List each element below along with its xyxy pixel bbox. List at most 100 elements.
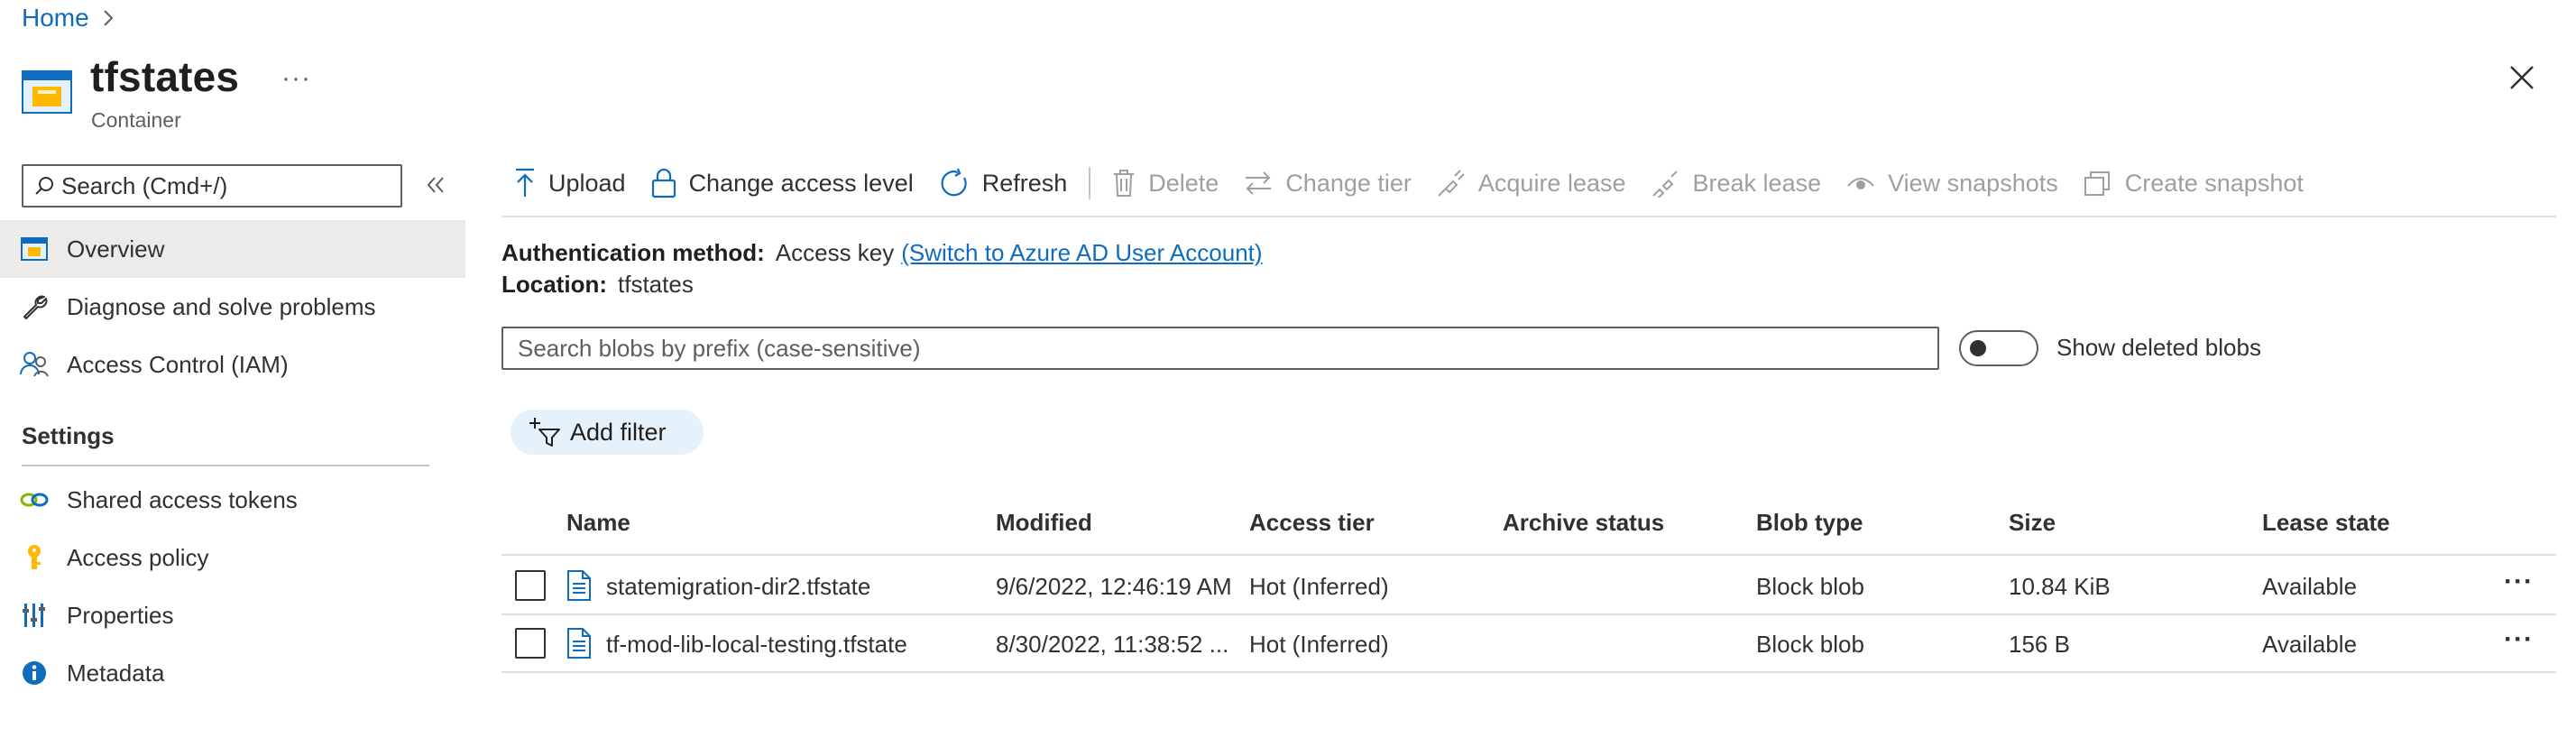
upload-label: Upload: [548, 169, 626, 197]
sidebar-item-diagnose[interactable]: Diagnose and solve problems: [0, 278, 465, 336]
sidebar-search-input[interactable]: Search (Cmd+/): [22, 164, 402, 208]
info-icon: [20, 659, 49, 687]
plug-icon: [1437, 169, 1466, 198]
page-title: tfstates: [90, 53, 240, 100]
cell-size: 10.84 KiB: [2009, 573, 2111, 600]
blob-name-link[interactable]: statemigration-dir2.tfstate: [606, 573, 870, 601]
blob-search-input[interactable]: Search blobs by prefix (case-sensitive): [501, 327, 1939, 370]
sidebar-item-label: Diagnose and solve problems: [67, 292, 376, 320]
refresh-button[interactable]: Refresh: [926, 159, 1081, 208]
cell-lease-state: Available: [2262, 573, 2358, 600]
change-tier-button[interactable]: Change tier: [1231, 159, 1424, 208]
more-options-button[interactable]: ···: [281, 63, 311, 94]
toolbar-divider-line: [501, 216, 2556, 217]
view-snapshots-button[interactable]: View snapshots: [1834, 159, 2071, 208]
add-filter-button[interactable]: Add filter: [511, 410, 704, 455]
refresh-label: Refresh: [981, 169, 1068, 197]
column-header-access-tier[interactable]: Access tier: [1249, 509, 1375, 537]
change-access-level-label: Change access level: [688, 169, 914, 197]
sidebar-item-label: Metadata: [67, 659, 165, 687]
column-header-blob-type[interactable]: Blob type: [1756, 509, 1863, 537]
show-deleted-blobs-label: Show deleted blobs: [2056, 334, 2261, 361]
breadcrumb-chevron-icon: [102, 8, 115, 28]
table-row[interactable]: statemigration-dir2.tfstate 9/6/2022, 12…: [501, 558, 2556, 615]
search-icon: [34, 176, 54, 196]
properties-icon: [20, 601, 49, 630]
sidebar-item-label: Properties: [67, 601, 174, 629]
settings-section-heading: Settings: [22, 422, 115, 449]
settings-divider: [22, 465, 429, 466]
row-checkbox[interactable]: [515, 570, 546, 601]
show-deleted-blobs-toggle[interactable]: [1959, 330, 2038, 366]
delete-label: Delete: [1148, 169, 1219, 197]
add-filter-icon: [529, 417, 561, 447]
column-header-lease-state[interactable]: Lease state: [2262, 509, 2390, 537]
row-more-options-button[interactable]: ···: [2504, 624, 2534, 655]
sidebar-search-placeholder: Search (Cmd+/): [61, 171, 228, 199]
acquire-lease-label: Acquire lease: [1477, 169, 1626, 197]
close-icon[interactable]: [2507, 63, 2536, 92]
change-access-level-button[interactable]: Change access level: [639, 159, 926, 208]
swap-arrows-icon: [1244, 170, 1273, 197]
sidebar-item-label: Shared access tokens: [67, 485, 298, 513]
location-label: Location:: [501, 271, 607, 298]
command-bar: Upload Change access level Refresh Delet…: [501, 159, 2316, 208]
create-snapshot-button[interactable]: Create snapshot: [2071, 159, 2316, 208]
toggle-knob: [1970, 340, 1986, 356]
cell-access-tier: Hot (Inferred): [1249, 573, 1389, 600]
toolbar-divider: [1089, 167, 1091, 199]
acquire-lease-button[interactable]: Acquire lease: [1424, 159, 1639, 208]
refresh-icon: [939, 168, 970, 198]
table-header-divider: [501, 554, 2556, 556]
sidebar-item-access-policy[interactable]: Access policy: [0, 529, 465, 586]
column-header-archive-status[interactable]: Archive status: [1503, 509, 1664, 537]
sidebar-item-shared-access-tokens[interactable]: Shared access tokens: [0, 471, 465, 529]
wrench-icon: [20, 292, 49, 321]
breadcrumb: Home: [22, 0, 115, 36]
column-header-name[interactable]: Name: [566, 509, 630, 537]
sidebar-item-metadata[interactable]: Metadata: [0, 644, 465, 702]
blob-name-link[interactable]: tf-mod-lib-local-testing.tfstate: [606, 631, 907, 659]
lock-icon: [651, 168, 676, 198]
breadcrumb-home-link[interactable]: Home: [22, 4, 89, 32]
table-row-divider: [501, 671, 2556, 673]
blob-search-placeholder: Search blobs by prefix (case-sensitive): [518, 334, 921, 362]
sidebar-item-overview[interactable]: Overview: [0, 220, 465, 278]
upload-button[interactable]: Upload: [501, 159, 639, 208]
cell-blob-type: Block blob: [1756, 573, 1864, 600]
view-snapshots-label: View snapshots: [1888, 169, 2058, 197]
cell-access-tier: Hot (Inferred): [1249, 631, 1389, 658]
add-filter-label: Add filter: [570, 418, 667, 446]
delete-button[interactable]: Delete: [1099, 159, 1231, 208]
sidebar-item-label: Access policy: [67, 543, 209, 571]
sidebar-item-access-control[interactable]: Access Control (IAM): [0, 336, 465, 393]
column-header-modified[interactable]: Modified: [996, 509, 1092, 537]
column-header-size[interactable]: Size: [2009, 509, 2056, 537]
page-subtitle: Container: [91, 108, 181, 132]
cell-modified: 9/6/2022, 12:46:19 AM: [996, 573, 1232, 600]
table-row[interactable]: tf-mod-lib-local-testing.tfstate 8/30/20…: [501, 615, 2556, 673]
break-lease-button[interactable]: Break lease: [1639, 159, 1835, 208]
link-icon: [20, 485, 49, 514]
row-more-options-button[interactable]: ···: [2504, 567, 2534, 597]
file-icon: [566, 570, 592, 601]
cell-size: 156 B: [2009, 631, 2070, 658]
eye-icon: [1846, 173, 1875, 193]
collapse-sidebar-icon[interactable]: [424, 173, 447, 197]
broken-link-icon: [1651, 169, 1680, 198]
create-snapshot-label: Create snapshot: [2124, 169, 2304, 197]
people-icon: [20, 350, 49, 379]
switch-auth-link[interactable]: (Switch to Azure AD User Account): [901, 239, 1262, 266]
trash-icon: [1112, 169, 1136, 198]
location-line: Location: tfstates: [501, 271, 694, 299]
break-lease-label: Break lease: [1692, 169, 1822, 197]
auth-method-label: Authentication method:: [501, 239, 765, 266]
sidebar-item-properties[interactable]: Properties: [0, 586, 465, 644]
container-icon: [22, 69, 72, 115]
key-icon: [20, 543, 49, 572]
row-checkbox[interactable]: [515, 628, 546, 659]
sidebar-item-label: Overview: [67, 235, 165, 263]
auth-method-line: Authentication method: Access key (Switch …: [501, 239, 1263, 267]
auth-method-value: Access key: [775, 239, 895, 266]
cell-blob-type: Block blob: [1756, 631, 1864, 658]
